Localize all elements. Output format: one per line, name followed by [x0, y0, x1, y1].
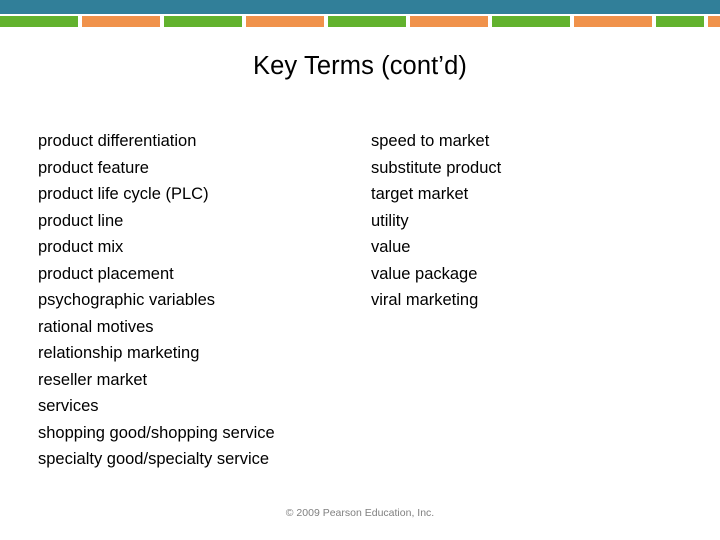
key-term-left-8: relationship marketing: [38, 344, 200, 362]
key-terms-content: product differentiation product feature pr…: [0, 128, 720, 488]
key-term-left-5: product placement: [38, 264, 174, 283]
banner-block-0: [0, 16, 78, 27]
banner-block-4: [328, 16, 406, 27]
key-term-right-0: speed to market: [371, 132, 490, 150]
key-term-right-5: value package: [371, 264, 478, 283]
key-term-left-12: specialty good/specialty service: [38, 450, 270, 468]
banner-block-7: [574, 16, 652, 27]
copyright-footer: © 2009 Pearson Education, Inc.: [285, 507, 435, 519]
key-term-right-1: substitute product: [371, 158, 502, 177]
key-term-left-11: shopping good/shopping service: [38, 423, 275, 442]
key-terms-right-column: speed to market substitute product target …: [371, 128, 691, 314]
banner-block-8: [656, 16, 704, 27]
key-term-right-3: utility: [371, 211, 409, 230]
page-title: Key Terms (cont’d): [253, 52, 467, 80]
key-term-left-6: psychographic variables: [38, 291, 216, 309]
key-term-left-7: rational motives: [38, 317, 154, 336]
banner-block-2: [164, 16, 242, 27]
key-term-left-3: product line: [38, 211, 124, 230]
key-term-left-1: product feature: [38, 158, 149, 177]
key-term-right-4: value: [371, 238, 411, 256]
key-term-left-2: product life cycle (PLC): [38, 185, 209, 203]
banner-block-5: [410, 16, 488, 27]
key-term-right-6: viral marketing: [371, 291, 479, 309]
banner-teal-bar: [0, 0, 720, 14]
decorative-top-banner: [0, 0, 720, 27]
key-term-left-10: services: [38, 397, 99, 415]
banner-block-strip: [0, 16, 720, 27]
banner-block-1: [82, 16, 160, 27]
key-term-left-9: reseller market: [38, 370, 148, 389]
banner-block-3: [246, 16, 324, 27]
banner-block-9: [708, 16, 720, 27]
slide: Key Terms (cont’d) product differentiati…: [0, 0, 720, 540]
key-term-left-0: product differentiation: [38, 132, 197, 150]
key-term-left-4: product mix: [38, 238, 124, 256]
key-terms-left-column: product differentiation product feature pr…: [38, 128, 358, 473]
key-term-right-2: target market: [371, 185, 469, 203]
banner-block-6: [492, 16, 570, 27]
